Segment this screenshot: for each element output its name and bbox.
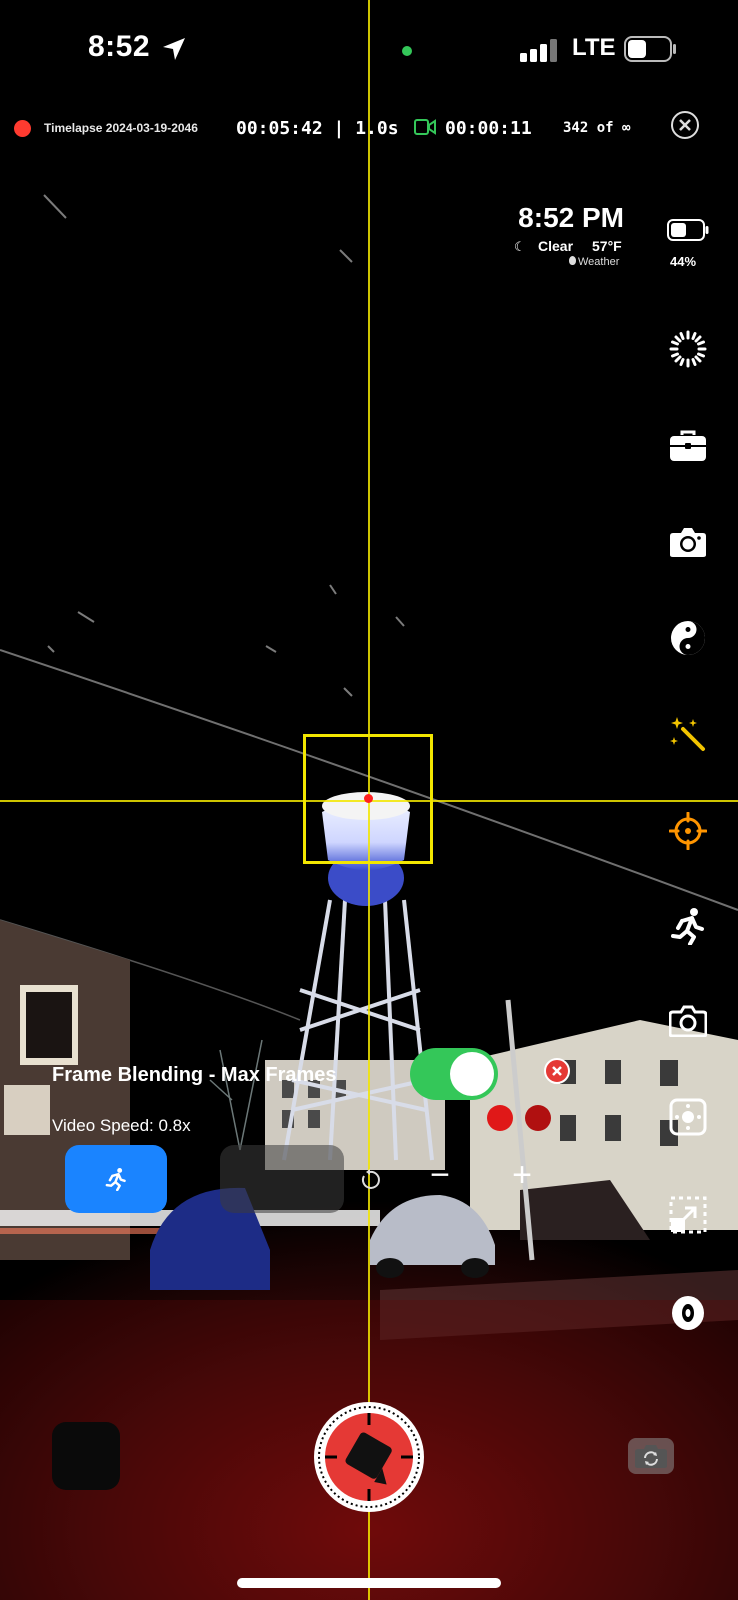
video-speed-button[interactable] bbox=[65, 1145, 167, 1213]
toggle-knob bbox=[450, 1052, 494, 1096]
video-length: 00:00:11 bbox=[445, 118, 532, 139]
focus-frame-icon[interactable] bbox=[666, 1095, 710, 1139]
home-indicator[interactable] bbox=[237, 1578, 501, 1588]
weather-condition: Clear bbox=[538, 238, 574, 254]
frame-blending-toggle[interactable] bbox=[410, 1048, 498, 1100]
stabilization-icon[interactable] bbox=[666, 1291, 710, 1335]
weather-temperature: 57°F bbox=[592, 238, 622, 254]
status-time: 8:52 bbox=[88, 30, 151, 63]
close-icon bbox=[679, 119, 691, 131]
close-button[interactable] bbox=[671, 111, 699, 139]
battery-percent: 44% bbox=[670, 254, 697, 269]
frame-blending-label: Frame Blending - Max Frames bbox=[52, 1064, 337, 1086]
recording-name: Timelapse 2024-03-19-2046 bbox=[44, 121, 198, 135]
gallery-thumbnail[interactable] bbox=[52, 1422, 120, 1490]
elapsed-interval: 00:05:42 | 1.0s bbox=[236, 118, 399, 139]
camera-in-use-indicator bbox=[402, 46, 412, 56]
dismiss-badge[interactable] bbox=[544, 1058, 570, 1084]
frame-count: 342 of ∞ bbox=[563, 120, 631, 136]
video-camera-icon bbox=[414, 118, 436, 141]
moon-icon: ☾ bbox=[514, 239, 526, 254]
camera-mode-icon[interactable] bbox=[666, 999, 710, 1043]
battery-icon bbox=[666, 208, 710, 252]
apple-logo-icon bbox=[569, 256, 576, 265]
close-icon bbox=[552, 1066, 562, 1076]
aperture-icon[interactable] bbox=[666, 327, 710, 371]
toolbox-icon[interactable] bbox=[666, 424, 710, 468]
speed-slider-track[interactable] bbox=[220, 1145, 344, 1213]
magic-wand-icon[interactable] bbox=[666, 712, 710, 756]
decrease-button[interactable]: − bbox=[420, 1156, 460, 1195]
running-person-icon bbox=[105, 1168, 126, 1191]
shutter-button[interactable] bbox=[312, 1400, 426, 1514]
running-person-icon[interactable] bbox=[666, 904, 710, 948]
flip-camera-button[interactable] bbox=[628, 1438, 674, 1474]
reset-icon[interactable] bbox=[358, 1168, 382, 1197]
signal-bars-icon bbox=[520, 38, 558, 67]
network-type: LTE bbox=[572, 34, 616, 61]
focus-crosshair-icon[interactable] bbox=[666, 809, 710, 853]
widget-time: 8:52 PM bbox=[518, 202, 624, 233]
yin-yang-icon[interactable] bbox=[666, 616, 710, 660]
video-speed-label: Video Speed: 0.8x bbox=[52, 1116, 191, 1135]
flip-camera-icon bbox=[635, 1445, 667, 1468]
focus-point bbox=[364, 794, 373, 803]
status-battery-icon bbox=[624, 36, 678, 67]
location-arrow-icon bbox=[161, 36, 187, 67]
recording-indicator bbox=[14, 120, 31, 137]
camera-icon[interactable] bbox=[666, 520, 710, 564]
increase-button[interactable]: + bbox=[502, 1156, 542, 1195]
weather-source: Weather bbox=[578, 256, 620, 268]
resize-icon[interactable] bbox=[666, 1193, 710, 1237]
